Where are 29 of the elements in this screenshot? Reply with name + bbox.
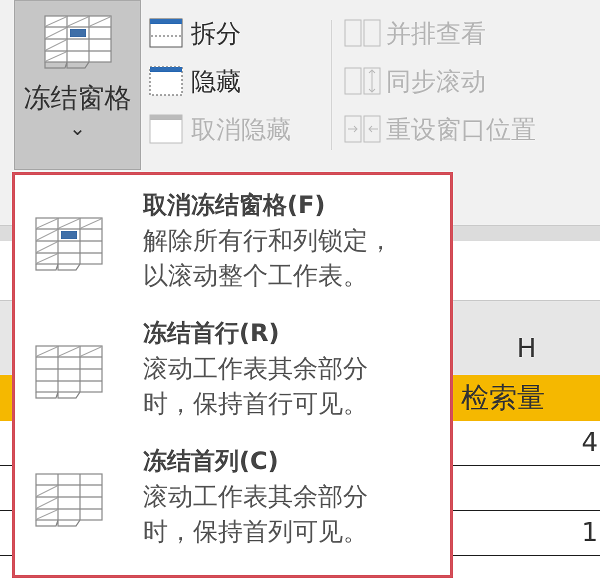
- freeze-grid-icon: [35, 473, 103, 529]
- freeze-grid-icon: [35, 217, 103, 273]
- table-cell: 检索量: [461, 384, 545, 412]
- menu-item-description: 时，保持首行可见。: [143, 388, 368, 420]
- reset-windows-icon: [344, 114, 382, 144]
- ribbon-item[interactable]: 隐藏: [149, 66, 331, 96]
- column-header: H: [516, 333, 536, 366]
- window-pane-icon: [149, 114, 183, 144]
- freeze-panes-button[interactable]: 冻结窗格 ⌄: [14, 0, 141, 170]
- menu-item-description: 解除所有行和列锁定，: [143, 225, 393, 257]
- menu-item-title: 冻结首列(C): [143, 446, 280, 477]
- menu-item[interactable]: 冻结首行(R) 滚动工作表其余部分 时，保持首行可见。: [15, 315, 450, 421]
- freeze-panes-icon: [44, 15, 112, 71]
- side-by-side-icon: [344, 18, 382, 48]
- menu-item-description: 以滚动整个工作表。: [143, 260, 369, 292]
- table-cell-text: 4: [581, 426, 598, 460]
- menu-item-title: 冻结首行(R): [143, 318, 280, 349]
- table-cell-text: 1: [581, 516, 598, 550]
- menu-item-description: 滚动工作表其余部分: [143, 481, 368, 513]
- menu-item[interactable]: 冻结首列(C) 滚动工作表其余部分 时，保持首列可见。: [15, 443, 450, 549]
- menu-item-description: 滚动工作表其余部分: [143, 353, 368, 385]
- menu-item-description: 时，保持首列可见。: [143, 516, 368, 548]
- sync-scroll-icon: [344, 66, 382, 96]
- freeze-grid-icon: [35, 345, 103, 401]
- ribbon-item[interactable]: 拆分: [149, 18, 331, 48]
- window-pane-icon: [149, 66, 183, 96]
- menu-item-title: 取消冻结窗格(F): [143, 190, 326, 221]
- menu-item[interactable]: 取消冻结窗格(F) 解除所有行和列锁定， 以滚动整个工作表。: [15, 187, 450, 293]
- window-pane-icon: [149, 18, 183, 48]
